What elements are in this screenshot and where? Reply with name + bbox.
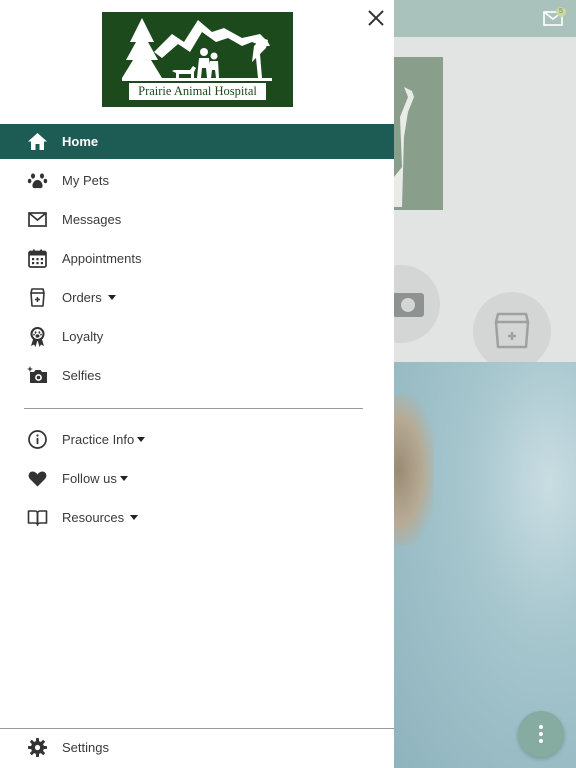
menu-label: Appointments <box>62 251 142 266</box>
menu-label: Home <box>62 134 99 149</box>
menu-item-appointments[interactable]: Appointments <box>0 241 394 276</box>
camera-sparkle-icon <box>27 366 47 383</box>
menu-label: Orders <box>62 280 116 315</box>
info-icon <box>28 430 47 449</box>
practice-name: Prairie Animal Hospital <box>129 83 266 100</box>
chevron-down-icon <box>119 476 128 482</box>
menu-item-my-pets[interactable]: My Pets <box>0 163 394 198</box>
menu-label: Follow us <box>62 461 128 496</box>
menu-divider <box>24 408 363 409</box>
close-icon[interactable] <box>364 6 388 30</box>
orders-shortcut[interactable] <box>473 292 551 370</box>
menu-item-orders[interactable]: Orders <box>0 280 394 315</box>
practice-logo: Prairie Animal Hospital <box>102 12 293 107</box>
menu-item-practice-info[interactable]: Practice Info <box>0 422 394 457</box>
award-ribbon-icon <box>30 327 45 347</box>
menu-label: My Pets <box>62 173 109 188</box>
mail-badge: 5 <box>556 7 566 17</box>
menu-label: Selfies <box>62 368 102 383</box>
home-icon <box>28 133 47 150</box>
chevron-down-icon <box>107 295 116 301</box>
menu-item-follow-us[interactable]: Follow us <box>0 461 394 496</box>
menu-label: Messages <box>62 212 122 227</box>
menu-label: Resources <box>62 500 139 535</box>
menu-label: Loyalty <box>62 329 104 344</box>
menu-label-text: Resources <box>62 510 125 525</box>
more-options-button[interactable] <box>518 711 564 757</box>
chevron-down-icon <box>130 515 139 521</box>
dog-photo-detail <box>394 395 434 545</box>
calendar-icon <box>28 249 47 268</box>
menu-item-home[interactable]: Home <box>0 124 394 159</box>
gear-icon <box>28 738 47 757</box>
settings-divider <box>0 728 394 729</box>
menu-item-selfies[interactable]: Selfies <box>0 358 394 393</box>
book-icon <box>27 510 48 526</box>
paw-icon <box>27 173 48 189</box>
menu-item-settings[interactable]: Settings <box>0 730 394 765</box>
menu-label: Settings <box>62 740 109 755</box>
menu-item-resources[interactable]: Resources <box>0 500 394 535</box>
menu-item-messages[interactable]: Messages <box>0 202 394 237</box>
envelope-icon <box>28 212 47 227</box>
menu-item-loyalty[interactable]: Loyalty <box>0 319 394 354</box>
menu-label-text: Follow us <box>62 471 117 486</box>
menu-label-text: Orders <box>62 290 102 305</box>
menu-label-text: Practice Info <box>62 432 135 447</box>
hospital-banner <box>394 57 443 210</box>
pet-food-bag-icon <box>30 288 45 307</box>
menu-label: Practice Info <box>62 422 146 457</box>
heart-icon <box>28 471 47 487</box>
chevron-down-icon <box>137 437 146 443</box>
navigation-drawer: Prairie Animal Hospital Home My Pets Mes… <box>0 0 394 768</box>
